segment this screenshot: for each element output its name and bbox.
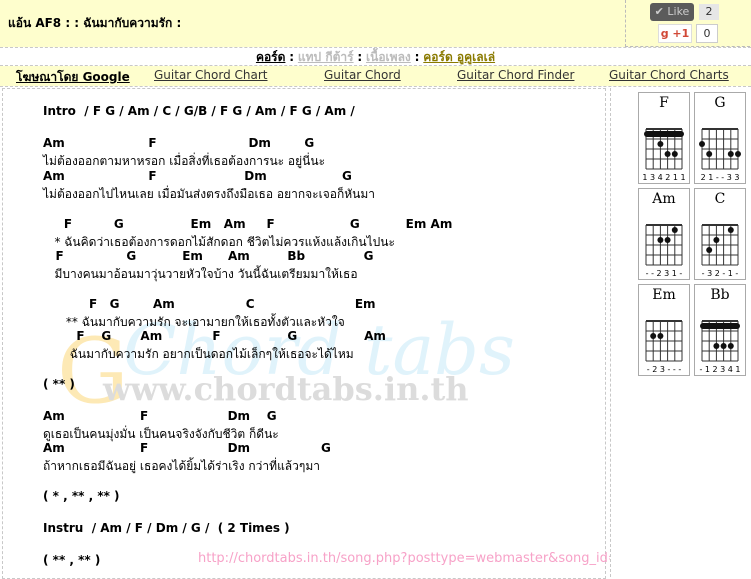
ad-link-guitar-chord-finder[interactable]: Guitar Chord Finder [457,68,574,82]
ad-link-guitar-chord[interactable]: Guitar Chord [324,68,401,82]
tab-separator: : [357,50,363,64]
chord-line: F G Em Am F G Em Am [43,217,453,231]
song-url-overlay: http://chordtabs.in.th/song.php?posttype… [198,551,652,566]
ad-link-guitar-chord-chart[interactable]: Guitar Chord Chart [154,68,268,82]
chord-diagram[interactable]: F 1 3 4 2 1 1 [638,92,690,184]
chord-name: F [659,95,669,111]
chord-fingering: 1 3 4 2 1 1 [642,173,686,182]
chord-finger-dot [657,237,664,243]
ad-link-bar: โฆษณาโดย Google Guitar Chord Chart Guita… [0,66,751,86]
tab-separator: : [414,50,420,64]
chord-finger-dot [713,237,720,243]
chord-finger-dot [657,141,664,147]
chord-finger-dot [727,343,734,349]
chord-name: Am [652,191,676,207]
lyric-line: ฉันมากับความรัก อยากเป็นดอกไม้เล็กๆให้เธ… [43,347,354,361]
lyric-line: ไม่ต้องออกไปไหนเลย เมื่อมันส่งตรงถึงมือเ… [43,187,375,201]
chord-finger-dot [735,151,741,157]
chord-diagram[interactable]: G 2 1 - - 3 3 [694,92,746,184]
chord-line: Am F Dm G [43,409,277,423]
chord-diagram[interactable]: Em - 2 3 - - - [638,284,690,376]
gplus-label: +1 [672,27,690,40]
chord-fingering: - 1 2 3 4 1 [699,365,741,374]
divider [0,86,751,87]
chord-barre [644,131,684,137]
chord-fingering: - - 2 3 1 - [645,269,683,278]
chord-sheet: G Chord tabs www.chordtabs.in.th Intro /… [2,88,606,579]
chord-finger-dot [713,343,720,349]
chord-name: Bb [710,287,730,303]
chord-name: G [714,95,726,111]
tab-ukulele-chord[interactable]: คอร์ด อูคูเลเล่ [423,50,495,64]
chord-line: ( ** ) [43,377,75,391]
chord-line: Am F Dm G [43,169,352,183]
google-g-icon: g [660,27,669,40]
chord-line: Intro / F G / Am / C / G/B / F G / Am / … [43,104,355,118]
like-count: 2 [699,4,719,20]
facebook-like-button[interactable]: ✔ Like [650,3,694,21]
lyric-line: มีบางคนมาอ้อนมาวุ่นวายหัวใจบ้าง วันนี้ฉั… [43,267,358,281]
chord-finger-dot [671,227,678,233]
chord-line: ( ** , ** ) [43,553,101,567]
chord-name: Em [652,287,676,303]
chord-line: F G Em Am Bb G [43,249,374,263]
chord-finger-dot [720,343,727,349]
tab-chord[interactable]: คอร์ด [256,50,285,64]
tab-lyrics[interactable]: เนื้อเพลง [366,50,411,64]
song-title: แอ้น AF8 : : ฉันมากับความรัก : [8,16,182,30]
chord-line: Instru / Am / F / Dm / G / ( 2 Times ) [43,521,290,535]
google-plus-button[interactable]: g +1 [658,24,692,43]
chord-line: F G Am F G Am [43,329,386,343]
chord-fingering: 2 1 - - 3 3 [700,173,740,182]
chord-finger-dot [650,333,657,339]
chord-line: ( * , ** , ** ) [43,489,120,503]
chord-fingering: - 3 2 - 1 - [701,269,739,278]
watermark-site: www.chordtabs.in.th [103,370,469,408]
chord-line: F G Am C Em [43,297,376,311]
chord-finger-dot [671,151,678,157]
ads-by-google-label[interactable]: โฆษณาโดย Google [16,68,130,87]
chord-name: C [714,191,726,207]
chord-finger-dot [664,151,671,157]
chord-line: Am F Dm G [43,441,331,455]
chord-fingering: - 2 3 - - - [646,365,682,374]
lyric-line: ถ้าหากเธอมีฉันอยู่ เธอคงได้ยิ้มได้ร่าเริ… [43,459,320,473]
chord-finger-dot [727,151,734,157]
tab-separator: : [289,50,295,64]
chord-finger-dot [706,247,713,253]
chord-finger-dot [727,227,734,233]
chord-diagram[interactable]: C - 3 2 - 1 - [694,188,746,280]
content-tabs: คอร์ด : แทป กีต้าร์ : เนื้อเพลง : คอร์ด … [0,48,751,66]
chord-finger-dot [657,333,664,339]
tab-guitar-tab[interactable]: แทป กีต้าร์ [298,50,354,64]
chord-finger-dot [699,141,705,147]
ad-link-guitar-chord-charts[interactable]: Guitar Chord Charts [609,68,729,82]
chord-finger-dot [664,237,671,243]
chord-diagram[interactable]: Am - - 2 3 1 - [638,188,690,280]
chord-diagram[interactable]: Bb - 1 2 3 4 1 [694,284,746,376]
gplus-count: 0 [696,24,718,43]
chord-barre [700,323,740,329]
chord-line: Am F Dm G [43,136,315,150]
chord-finger-dot [706,151,713,157]
chord-diagram-panel: F 1 3 4 2 1 1 G 2 1 - - 3 3 Am - - 2 3 1 - C - … [610,88,751,577]
